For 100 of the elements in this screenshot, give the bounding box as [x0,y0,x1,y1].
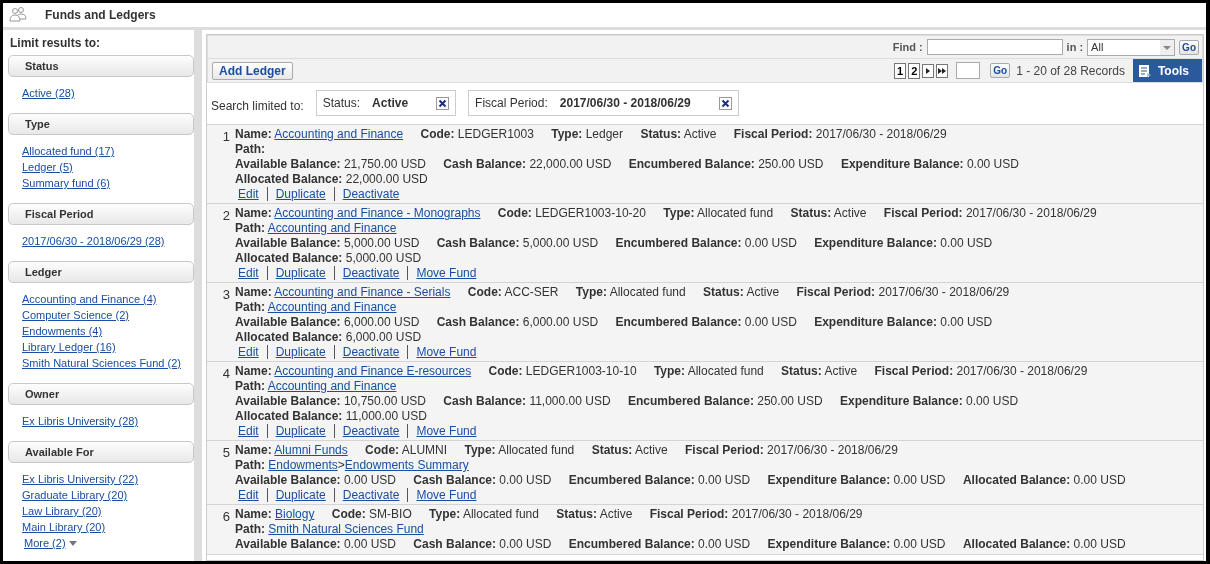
action-link[interactable]: Deactivate [333,424,408,438]
path-link[interactable]: Accounting and Finance [267,221,397,235]
field-label: Name: [235,285,272,299]
record-field: Type: Allocated fund [575,285,686,299]
last-page-icon[interactable] [936,63,949,78]
go-button[interactable]: Go [990,63,1011,78]
path-link[interactable]: Smith Natural Sciences Fund [268,522,424,536]
page-button[interactable]: 1 [894,62,907,79]
more-link[interactable]: More (2) [24,535,66,551]
action-link[interactable]: Duplicate [266,345,334,359]
facet-link[interactable]: Smith Natural Sciences Fund (2) [22,355,181,371]
record-field: Fiscal Period: 2017/06/30 - 2018/06/29 [883,206,1097,220]
facet-header[interactable]: Ledger [8,261,194,283]
facet-link[interactable]: Law Library (20) [22,503,102,519]
facet-header[interactable]: Status [8,55,194,77]
next-page-icon[interactable] [922,63,935,78]
facet-header[interactable]: Fiscal Period [8,203,194,225]
action-link[interactable]: Edit [238,424,267,438]
facet-link[interactable]: 2017/06/30 - 2018/06/29 (28) [22,233,165,249]
close-icon[interactable] [436,96,450,110]
tools-icon [1137,63,1152,78]
facet-link[interactable]: Ledger (5) [22,159,73,175]
record-field: Status: Active [703,285,780,299]
action-link[interactable]: Duplicate [266,424,334,438]
name-link[interactable]: Biology [275,507,315,521]
path-link[interactable]: Endowments Summary [344,458,469,472]
action-link[interactable]: Duplicate [266,266,334,280]
facet-link[interactable]: Summary fund (6) [22,175,111,191]
name-link[interactable]: Accounting and Finance [274,127,404,141]
name-link[interactable]: Alumni Funds [274,443,348,457]
go-button[interactable]: Go [1179,39,1199,55]
name-link[interactable]: Accounting and Finance - Serials [274,285,451,299]
record-field: Code: LEDGER1003-10-20 [497,206,646,220]
field-label: Name: [235,127,272,141]
path-link[interactable]: Accounting and Finance [267,300,397,314]
action-link[interactable]: Edit [238,488,267,502]
facet-header[interactable]: Owner [8,383,194,405]
record-field: Fiscal Period: 2017/06/30 - 2018/06/29 [733,127,947,141]
facet-header[interactable]: Available For [8,441,194,463]
facet-link[interactable]: Computer Science (2) [22,307,129,323]
path-link[interactable]: Accounting and Finance [267,379,397,393]
record-field: Status: Active [591,443,668,457]
facet-link[interactable]: Graduate Library (20) [22,487,128,503]
facet-link[interactable]: Main Library (20) [22,519,106,535]
action-link[interactable]: Duplicate [266,488,334,502]
row-number: 2 [221,207,231,225]
facet-link[interactable]: Allocated fund (17) [22,143,115,159]
facet-link[interactable]: Endowments (4) [22,323,103,339]
name-link[interactable]: Accounting and Finance E-resources [274,364,472,378]
close-icon[interactable] [718,96,732,110]
find-field[interactable] [926,39,1063,55]
action-link[interactable]: Move Fund [407,345,485,359]
people-icon [9,6,27,24]
record-field: Code: ACC-SER [467,285,559,299]
tools-button[interactable]: Tools [1132,59,1202,82]
caret-icon[interactable] [1160,39,1175,55]
record-field: Type: Ledger [551,127,624,141]
record-field: Status: Active [556,507,633,521]
action-link[interactable]: Deactivate [333,345,408,359]
chip-value: 2017/06/30 - 2018/06/29 [559,96,691,110]
balance-summary: Available Balance: 10,750.00 USD Cash Balance: 11,000.00 USD Encumbered Balance: 250.00 USD Expenditure Balance: 0.00 USD Allocated Balance: 11,000.00 USD [235,394,1020,424]
record-field: Status: Active [781,364,858,378]
path-link[interactable]: Endowments [268,458,338,472]
action-link[interactable]: Deactivate [333,266,408,280]
facet-link[interactable]: Ex Libris University (22) [22,471,139,487]
chip-label: Status: [322,96,361,110]
field-label: Name: [235,443,272,457]
page-field[interactable] [956,62,981,79]
action-link[interactable]: Deactivate [333,187,408,201]
action-link[interactable]: Edit [238,345,267,359]
record-field: Type: Allocated fund [464,443,575,457]
add-ledger-button[interactable]: Add Ledger [212,61,293,80]
action-link[interactable]: Edit [238,187,267,201]
facet-link[interactable]: Ex Libris University (28) [22,413,139,429]
action-link[interactable]: Duplicate [266,187,334,201]
action-link[interactable]: Deactivate [333,488,408,502]
action-link[interactable]: Edit [238,266,267,280]
filter-heading: Limit results to: [10,36,101,50]
record-field: Type: Allocated fund [653,364,764,378]
name-link[interactable]: Accounting and Finance - Monographs [274,206,481,220]
search-limited-label: Search limited to: [211,99,304,113]
facet-link[interactable]: Accounting and Finance (4) [22,291,157,307]
balance-summary: Available Balance: 5,000.00 USD Cash Balance: 5,000.00 USD Encumbered Balance: 0.00 USD Expenditure Balance: 0.00 USD Allocated Balance: 5,000.00 USD [235,236,994,266]
balance-summary: Available Balance: 21,750.00 USD Cash Balance: 22,000.00 USD Encumbered Balance: 250.00 USD Expenditure Balance: 0.00 USD Allocated Balance: 22,000.00 USD [235,157,1020,187]
chip-value: Active [372,96,409,110]
record-field: Status: Active [790,206,867,220]
field-label: Path: [235,221,265,235]
facet-link[interactable]: Library Ledger (16) [22,339,116,355]
action-link[interactable]: Move Fund [407,424,485,438]
field-label: Path: [235,522,265,536]
action-link[interactable]: Move Fund [407,266,485,280]
facet-header[interactable]: Type [8,113,194,135]
scope-dropdown[interactable]: All [1087,38,1176,56]
action-link[interactable]: Move Fund [407,488,485,502]
field-label: Name: [235,206,272,220]
page-title: Funds and Ledgers [45,8,156,22]
page-button[interactable]: 2 [908,62,921,79]
record-field: Code: ALUMNI [365,443,448,457]
row-number: 3 [221,286,231,304]
facet-link[interactable]: Active (28) [22,85,75,101]
